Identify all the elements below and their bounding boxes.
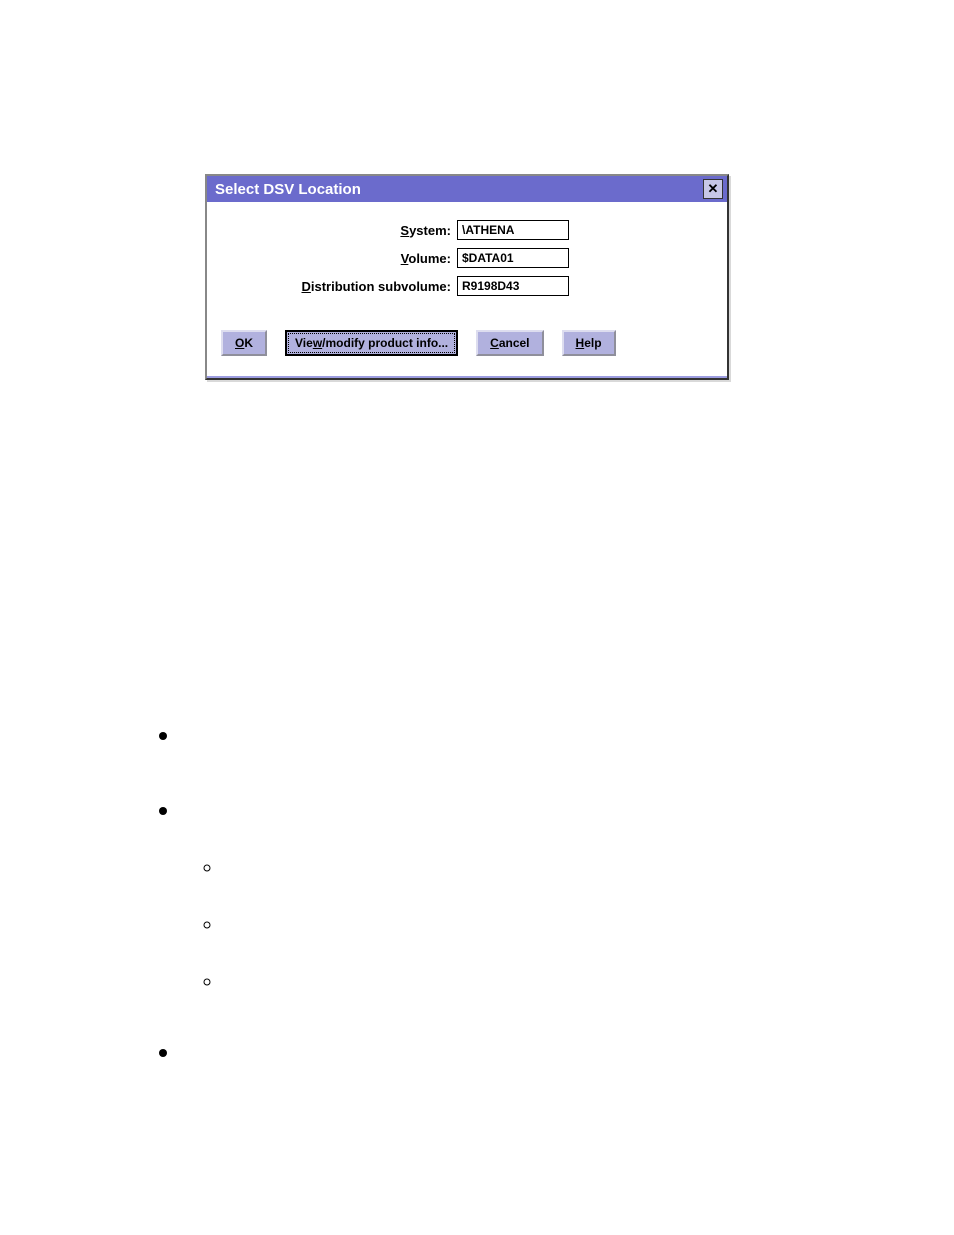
volume-label: Volume: <box>221 251 451 266</box>
dialog-bottom-border <box>207 376 727 378</box>
form-row-volume: Volume: <box>221 248 713 268</box>
list-item: . <box>222 856 840 879</box>
dialog-title: Select DSV Location <box>215 181 361 198</box>
distribution-subvolume-label: Distribution subvolume: <box>221 279 451 294</box>
list-item: . <box>222 913 840 936</box>
dialog-button-row: OK View/modify product info... Cancel He… <box>207 312 727 376</box>
system-input[interactable] <box>457 220 569 240</box>
distribution-subvolume-input[interactable] <box>457 276 569 296</box>
instruction-list: . . . . . . <box>160 720 840 1112</box>
cancel-button[interactable]: Cancel <box>476 330 543 356</box>
list-item: . <box>182 1037 840 1068</box>
list-item: . . . . <box>182 795 840 993</box>
list-item: . <box>182 720 840 751</box>
select-dsv-location-dialog: Select DSV Location ✕ System: Volume: <box>205 174 729 380</box>
close-icon: ✕ <box>708 181 719 197</box>
list-item: . <box>222 970 840 993</box>
form-row-distsv: Distribution subvolume: <box>221 276 713 296</box>
volume-input[interactable] <box>457 248 569 268</box>
dialog-body: System: Volume: Distribution subvolume: <box>207 202 727 312</box>
form-row-system: System: <box>221 220 713 240</box>
page: Select DSV Location ✕ System: Volume: <box>0 0 954 1235</box>
ok-button[interactable]: OK <box>221 330 267 356</box>
dialog-titlebar: Select DSV Location ✕ <box>207 176 727 202</box>
help-button[interactable]: Help <box>562 330 616 356</box>
close-button[interactable]: ✕ <box>703 179 723 199</box>
system-label: System: <box>221 223 451 238</box>
view-modify-product-info-button[interactable]: View/modify product info... <box>285 330 458 356</box>
